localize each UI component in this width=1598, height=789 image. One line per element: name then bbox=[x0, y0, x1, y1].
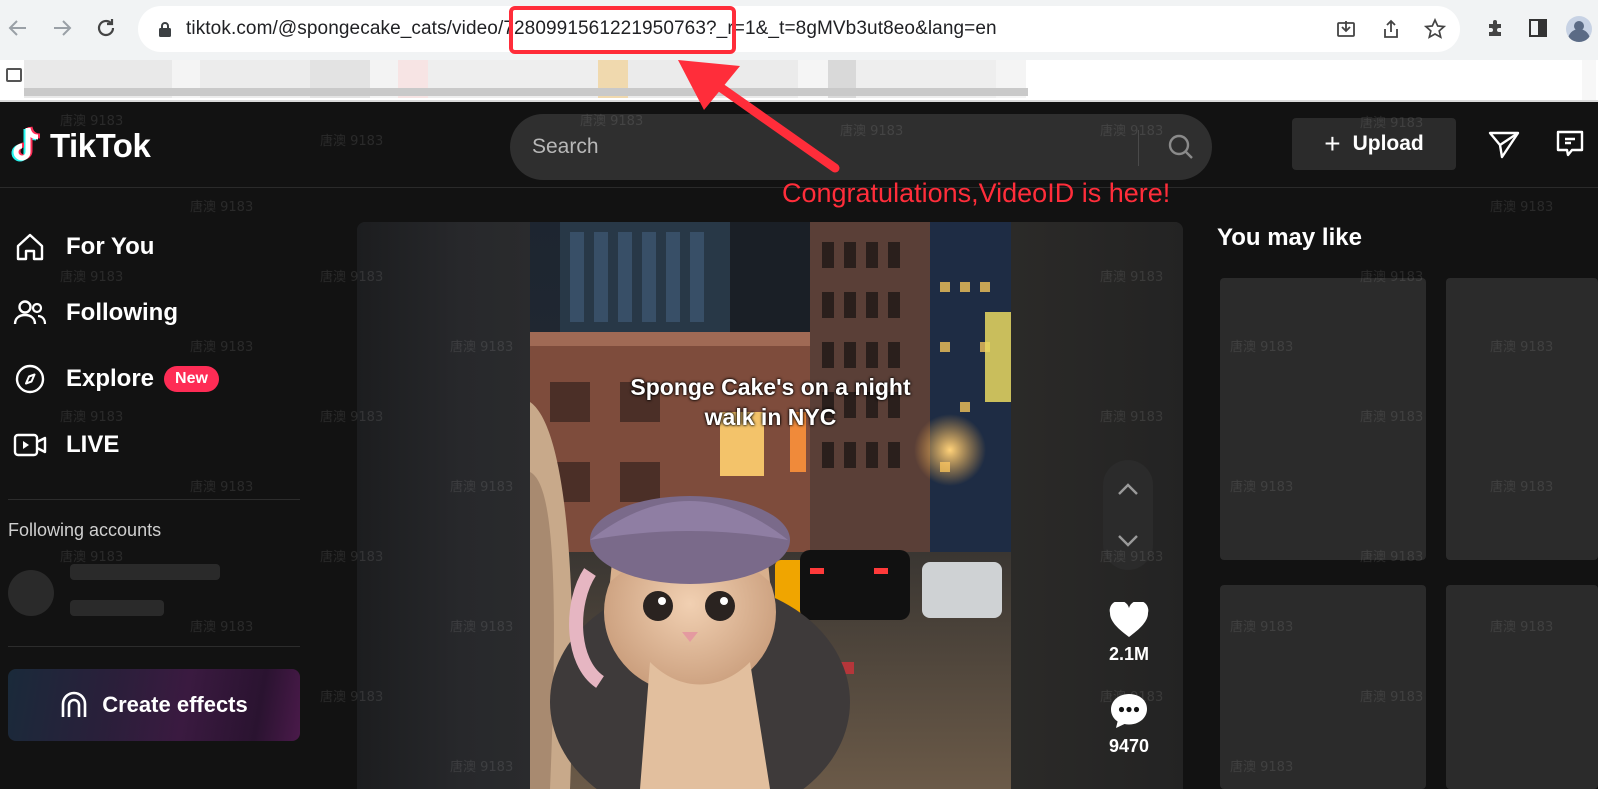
chevron-down-icon bbox=[1118, 535, 1138, 547]
search-bar[interactable] bbox=[510, 114, 1212, 180]
install-app-icon[interactable] bbox=[1333, 16, 1359, 42]
like-count: 2.1M bbox=[1108, 644, 1150, 664]
arrow-right-icon bbox=[54, 20, 72, 36]
comment-button[interactable]: 9470 bbox=[1100, 692, 1158, 757]
effect-house-icon bbox=[61, 691, 87, 717]
bookmark-blur-shadow bbox=[24, 88, 1028, 96]
extensions-puzzle-icon[interactable] bbox=[1482, 14, 1510, 42]
new-badge: New bbox=[164, 366, 219, 392]
sidebar: For You Following Explore New LIVE Follo… bbox=[0, 188, 310, 789]
search-button[interactable] bbox=[1150, 114, 1212, 180]
comment-count: 9470 bbox=[1108, 736, 1150, 756]
folder-icon[interactable] bbox=[6, 68, 22, 82]
comment-bubble-icon bbox=[1111, 694, 1147, 728]
sidebar-item-label: For You bbox=[66, 233, 155, 260]
previous-video-button[interactable] bbox=[1103, 464, 1153, 514]
upload-label: Upload bbox=[1352, 132, 1424, 155]
video-caption: Sponge Cake's on a night walk in NYC bbox=[530, 372, 1011, 432]
divider bbox=[8, 646, 300, 647]
video-blurred-backdrop bbox=[357, 222, 530, 789]
people-icon bbox=[12, 295, 48, 331]
skeleton-line bbox=[70, 564, 220, 580]
divider bbox=[8, 499, 300, 500]
recommended-video-thumbnail[interactable] bbox=[1220, 278, 1426, 560]
logo-text: TikTok bbox=[50, 127, 151, 164]
forward-button[interactable] bbox=[44, 10, 80, 46]
sidebar-item-label: Explore bbox=[66, 365, 155, 392]
recommended-video-thumbnail[interactable] bbox=[1220, 585, 1426, 789]
watermark-text: 唐澳 9183 bbox=[1490, 200, 1554, 215]
sidebar-item-live[interactable]: LIVE bbox=[12, 422, 119, 468]
following-accounts-title: Following accounts bbox=[8, 520, 162, 540]
upload-button[interactable]: + Upload bbox=[1292, 118, 1456, 170]
skeleton-avatar bbox=[8, 570, 54, 616]
scrollbar[interactable] bbox=[1582, 60, 1596, 100]
sidebar-item-label: LIVE bbox=[66, 431, 120, 458]
sidebar-item-following[interactable]: Following bbox=[12, 290, 178, 336]
you-may-like-title: You may like bbox=[1217, 224, 1362, 251]
arrow-left-icon bbox=[8, 20, 26, 36]
skeleton-line bbox=[70, 600, 164, 616]
recommended-video-thumbnail[interactable] bbox=[1446, 278, 1598, 560]
inbox-button[interactable] bbox=[1550, 124, 1590, 164]
video-navigation bbox=[1103, 460, 1153, 570]
reload-icon bbox=[97, 19, 115, 37]
plus-icon: + bbox=[1324, 128, 1341, 159]
tiktok-note-icon bbox=[11, 126, 41, 162]
caption-line: walk in NYC bbox=[704, 404, 837, 430]
lock-icon bbox=[159, 22, 171, 37]
create-effects-label: Create effects bbox=[102, 692, 248, 717]
reload-button[interactable] bbox=[88, 10, 124, 46]
video-player[interactable]: Sponge Cake's on a night walk in NYC bbox=[530, 222, 1011, 789]
compass-icon bbox=[12, 361, 48, 397]
send-plane-icon bbox=[1488, 131, 1520, 159]
profile-avatar-icon[interactable] bbox=[1566, 16, 1592, 42]
search-icon bbox=[1168, 134, 1193, 159]
home-icon bbox=[12, 229, 48, 265]
video-container: Sponge Cake's on a night walk in NYC bbox=[357, 222, 1183, 789]
bookmark-star-icon[interactable] bbox=[1422, 16, 1448, 42]
tiktok-logo[interactable]: TikTok bbox=[10, 126, 151, 166]
messages-button[interactable] bbox=[1484, 124, 1524, 164]
next-video-button[interactable] bbox=[1103, 516, 1153, 566]
sidebar-item-label: Following bbox=[66, 299, 178, 326]
share-icon[interactable] bbox=[1378, 16, 1404, 42]
recommended-video-thumbnail[interactable] bbox=[1446, 585, 1598, 789]
heart-icon bbox=[1109, 602, 1149, 637]
create-effects-button[interactable]: Create effects bbox=[8, 669, 300, 741]
sidebar-item-explore[interactable]: Explore New bbox=[12, 356, 219, 402]
annotation-arrow-icon bbox=[678, 60, 840, 173]
search-divider bbox=[1138, 130, 1139, 166]
sidebar-item-for-you[interactable]: For You bbox=[12, 224, 154, 270]
annotation-text: Congratulations,VideoID is here! bbox=[782, 178, 1171, 208]
back-button[interactable] bbox=[0, 10, 36, 46]
caption-line: Sponge Cake's on a night bbox=[630, 374, 911, 400]
like-button[interactable]: 2.1M bbox=[1100, 602, 1158, 665]
chevron-up-icon bbox=[1118, 483, 1138, 495]
side-panel-icon[interactable] bbox=[1524, 14, 1552, 42]
video-frame-cat-nyc bbox=[530, 222, 1011, 789]
inbox-message-icon bbox=[1556, 130, 1584, 157]
live-camera-icon bbox=[12, 427, 48, 463]
